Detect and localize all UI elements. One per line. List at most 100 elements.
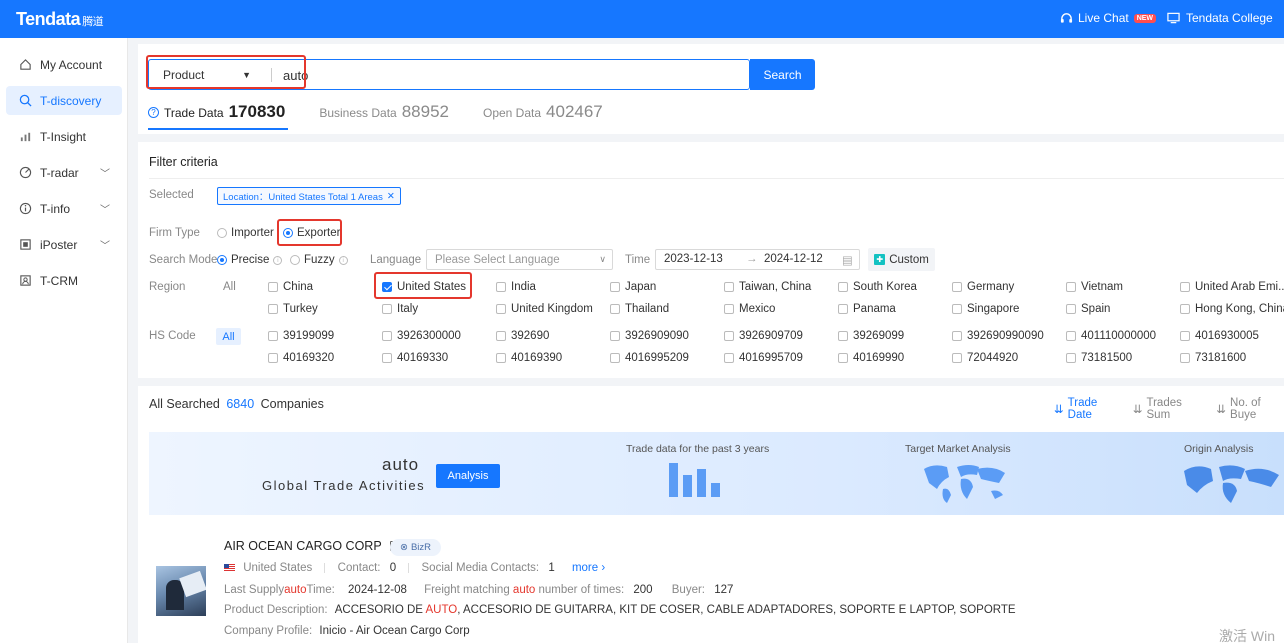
company-profile-row: Company Profile: Inicio - Air Ocean Carg… <box>224 625 470 637</box>
close-icon[interactable]: ✕ <box>387 191 395 202</box>
hs-code-checkbox[interactable]: 39199099 <box>268 330 334 342</box>
tab-trade-data[interactable]: ? Trade Data 170830 <box>148 102 285 122</box>
hs-code-checkbox[interactable]: 4016930005 <box>1180 330 1259 342</box>
sidebar-item-t-info[interactable]: T-info ﹀ <box>6 194 122 223</box>
search-button[interactable]: Search <box>750 59 815 90</box>
region-checkbox[interactable]: Japan <box>610 281 656 293</box>
hs-code-checkbox[interactable]: 73181600 <box>1180 352 1246 364</box>
sidebar-item-t-crm[interactable]: T-CRM <box>6 266 122 295</box>
tab-business-data[interactable]: Business Data 88952 <box>319 102 449 122</box>
hs-code-checkbox[interactable]: 73181500 <box>1066 352 1132 364</box>
college-link[interactable]: Tendata College <box>1167 11 1273 25</box>
radio-importer[interactable]: Importer <box>217 227 274 239</box>
new-badge: NEW <box>1133 13 1157 23</box>
region-all[interactable]: All <box>223 281 236 293</box>
search-type-select[interactable]: Product ▼ <box>153 62 259 87</box>
college-label: Tendata College <box>1186 11 1273 25</box>
region-checkbox[interactable]: United Arab Emi... <box>1180 281 1284 293</box>
region-checkbox[interactable]: Italy <box>382 303 418 315</box>
region-label: Turkey <box>283 303 318 315</box>
region-checkbox[interactable]: Thailand <box>610 303 669 315</box>
radio-dot <box>283 228 293 238</box>
region-checkbox[interactable]: South Korea <box>838 281 917 293</box>
chevron-down-icon: ∨ <box>599 254 606 264</box>
radio-fuzzy[interactable]: Fuzzy i <box>290 254 348 266</box>
checkbox-box <box>268 282 278 292</box>
region-label: Mexico <box>739 303 776 315</box>
hs-code-checkbox[interactable]: 40169320 <box>268 352 334 364</box>
region-label: Thailand <box>625 303 670 315</box>
hs-code-checkbox[interactable]: 3926909709 <box>724 330 803 342</box>
hs-code-checkbox[interactable]: 39269099 <box>838 330 904 342</box>
analysis-button[interactable]: Analysis <box>436 464 500 488</box>
selected-location-tag[interactable]: Location：United States Total 1 Areas ✕ <box>217 187 401 205</box>
sidebar-item-t-insight[interactable]: T-Insight <box>6 122 122 151</box>
sidebar-item-t-radar[interactable]: T-radar ﹀ <box>6 158 122 187</box>
hs-code-checkbox[interactable]: 392690 <box>496 330 549 342</box>
live-chat-link[interactable]: Live Chat NEW <box>1060 11 1157 25</box>
last-supply-label: Last Supply <box>224 584 285 596</box>
region-checkbox[interactable]: Vietnam <box>1066 281 1123 293</box>
checkbox-box <box>1066 282 1076 292</box>
hs-code-label: 40169390 <box>511 352 563 364</box>
checkbox-box <box>1066 304 1076 314</box>
time-label: Time <box>625 254 651 266</box>
hs-code-checkbox[interactable]: 401110000000 <box>1066 330 1156 342</box>
region-checkbox[interactable]: Mexico <box>724 303 775 315</box>
hs-all[interactable]: All <box>216 328 241 345</box>
language-select[interactable]: Please Select Language ∨ <box>426 249 613 270</box>
more-link[interactable]: more › <box>572 562 605 574</box>
search-input[interactable] <box>283 66 683 84</box>
crm-icon <box>18 274 32 288</box>
tab-open-data[interactable]: Open Data 402467 <box>483 102 603 122</box>
hs-code-checkbox[interactable]: 3926909090 <box>610 330 689 342</box>
sidebar-item-my-account[interactable]: My Account <box>6 50 122 79</box>
checkbox-box <box>952 353 962 363</box>
logo[interactable]: Tendata 腾道 <box>16 9 104 30</box>
region-checkbox[interactable]: Turkey <box>268 303 318 315</box>
bizr-tag[interactable]: ⊗ BizR <box>390 539 442 556</box>
radio-precise[interactable]: Precise i <box>217 254 283 266</box>
info-icon: i <box>273 255 283 265</box>
sort-buyers[interactable]: ⇊ No. of Buye <box>1216 397 1284 421</box>
region-checkbox[interactable]: India <box>496 281 536 293</box>
checkbox-box <box>1180 353 1190 363</box>
hs-code-checkbox[interactable]: 72044920 <box>952 352 1018 364</box>
hs-code-checkbox[interactable]: 4016995709 <box>724 352 803 364</box>
sort-icon: ⇊ <box>1216 404 1227 416</box>
region-checkbox[interactable]: Panama <box>838 303 896 315</box>
checkbox-box <box>610 331 620 341</box>
region-checkbox[interactable]: United Kingdom <box>496 303 593 315</box>
region-label: South Korea <box>853 281 917 293</box>
region-label: India <box>511 281 536 293</box>
region-checkbox[interactable]: United States <box>382 281 466 293</box>
hs-code-checkbox[interactable]: 392690990090 <box>952 330 1044 342</box>
hs-code-checkbox[interactable]: 4016995209 <box>610 352 689 364</box>
hs-code-checkbox[interactable]: 40169390 <box>496 352 562 364</box>
region-checkbox[interactable]: Germany <box>952 281 1014 293</box>
tab-count: 88952 <box>401 102 449 121</box>
region-checkbox[interactable]: Spain <box>1066 303 1110 315</box>
hs-code-checkbox[interactable]: 40169330 <box>382 352 448 364</box>
region-checkbox[interactable]: Singapore <box>952 303 1019 315</box>
sort-trade-date[interactable]: ⇊ Trade Date <box>1054 397 1119 421</box>
date-range-picker[interactable]: 2023-12-13 → 2024-12-12 ▤ <box>655 249 860 270</box>
sidebar-item-t-discovery[interactable]: T-discovery <box>6 86 122 115</box>
region-checkbox[interactable]: Taiwan, China <box>724 281 811 293</box>
checkbox-box <box>1180 282 1190 292</box>
banner-caption-target: Target Market Analysis <box>905 443 1011 455</box>
hs-code-checkbox[interactable]: 40169990 <box>838 352 904 364</box>
region-checkbox[interactable]: Hong Kong, China <box>1180 303 1284 315</box>
sidebar-item-iposter[interactable]: iPoster ﹀ <box>6 230 122 259</box>
hs-code-checkbox[interactable]: 3926300000 <box>382 330 461 342</box>
company-name[interactable]: AIR OCEAN CARGO CORP <box>224 539 382 553</box>
region-label: Vietnam <box>1081 281 1123 293</box>
sort-label: Trades Sum <box>1146 397 1182 421</box>
radio-exporter[interactable]: Exporter <box>283 227 340 239</box>
search-type-value: Product <box>163 67 205 82</box>
region-checkbox[interactable]: China <box>268 281 313 293</box>
checkbox-box <box>838 304 848 314</box>
custom-button[interactable]: ✚ Custom <box>868 248 935 271</box>
sort-trades-sum[interactable]: ⇊ Trades Sum <box>1133 397 1203 421</box>
keyword-highlight: auto <box>512 584 536 596</box>
